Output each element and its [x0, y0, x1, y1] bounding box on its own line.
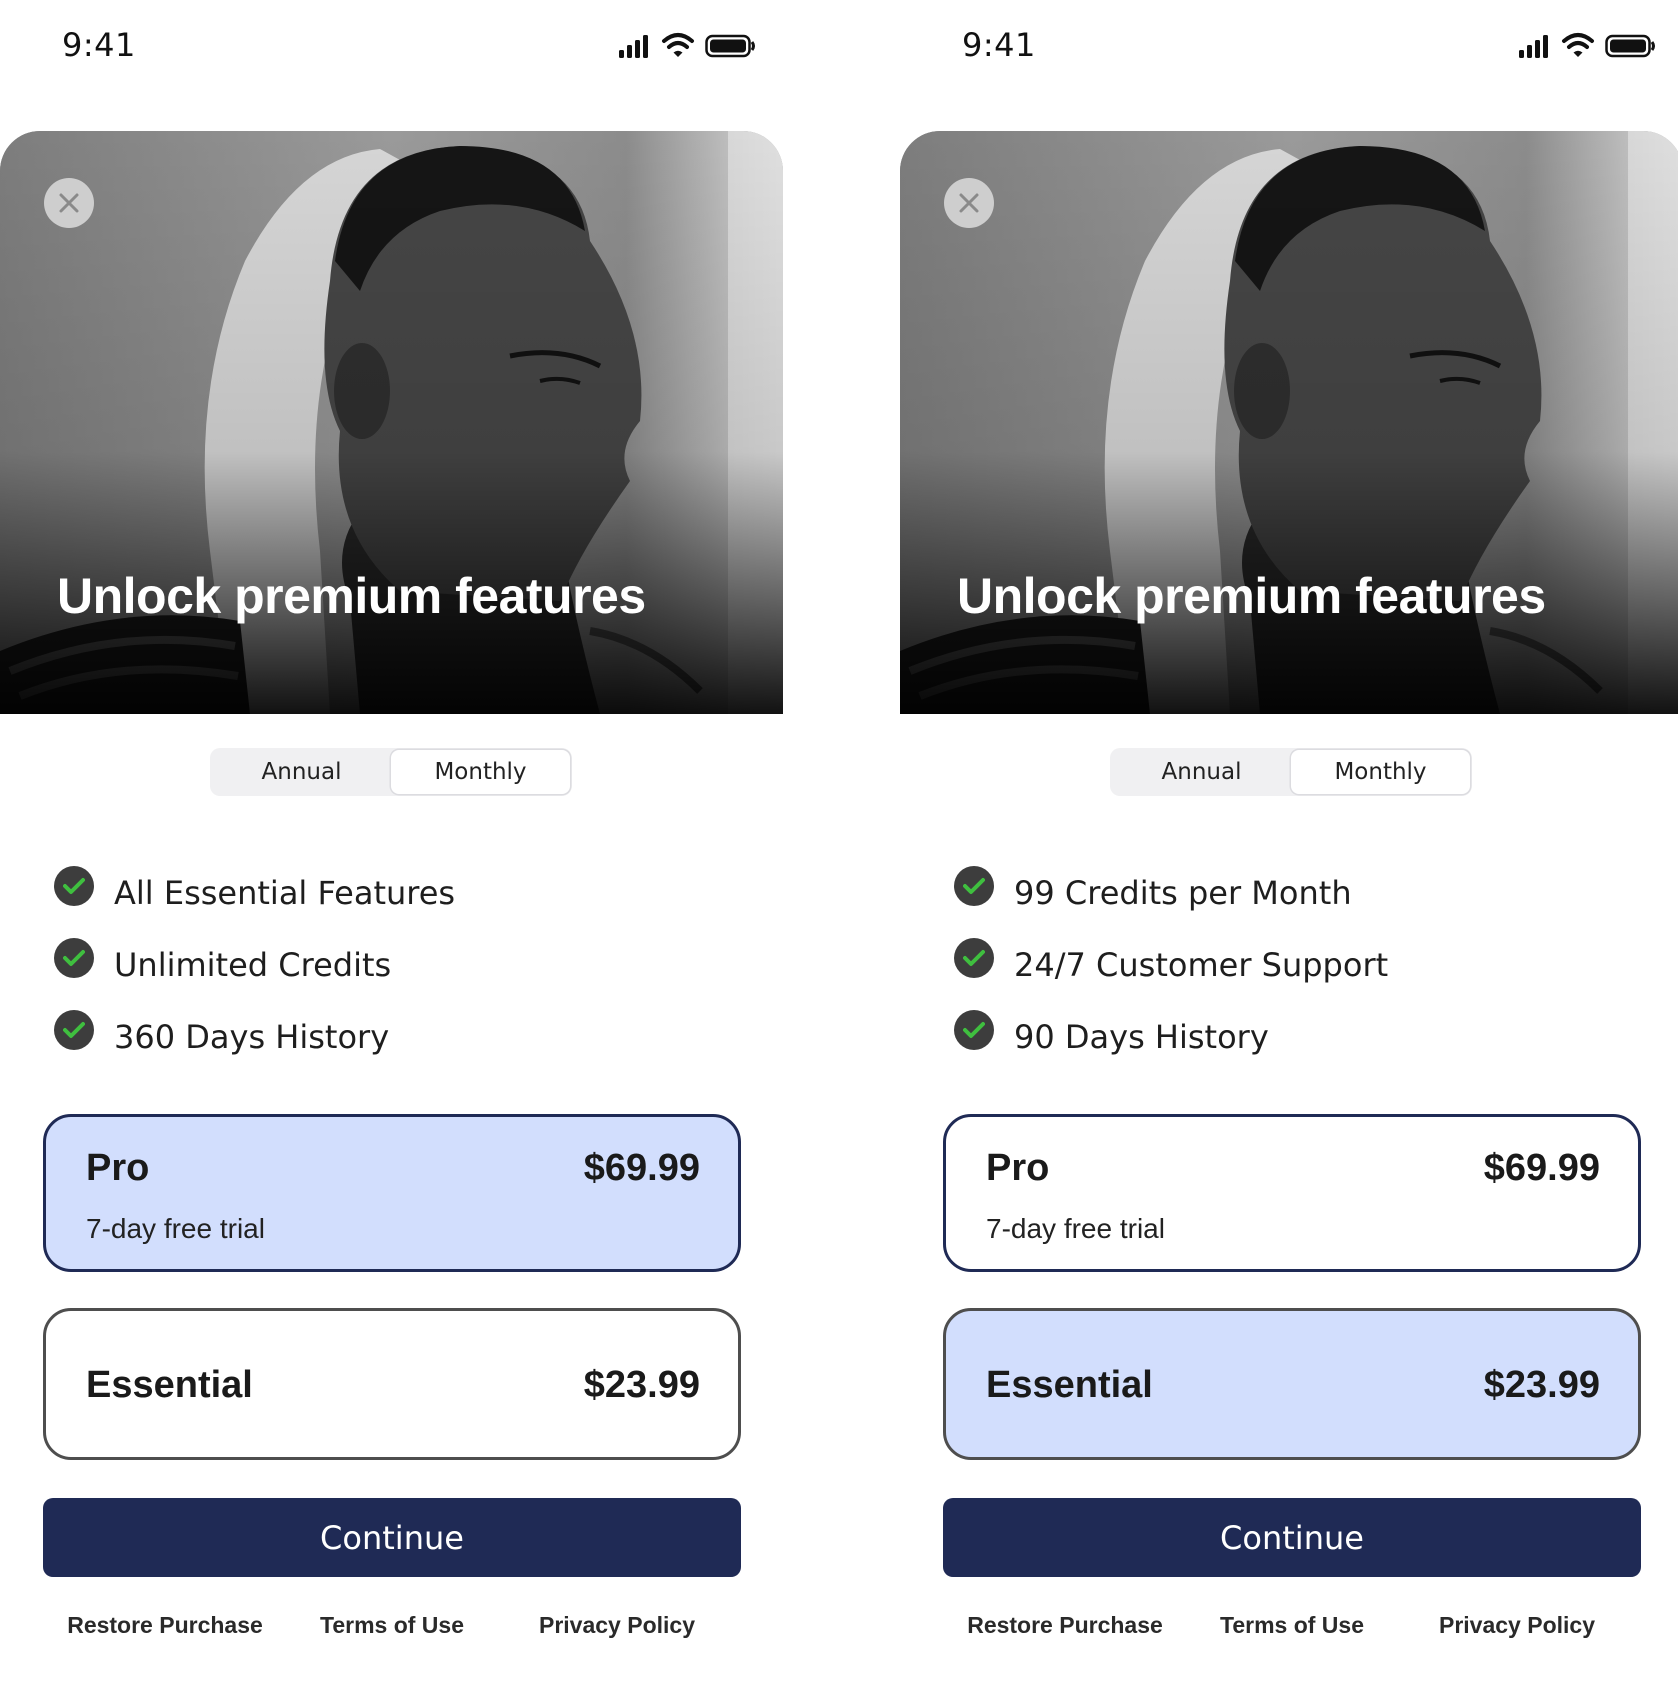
- feature-label: Unlimited Credits: [114, 946, 392, 984]
- feature-item: Unlimited Credits: [54, 938, 754, 1010]
- battery-icon: [705, 34, 755, 58]
- plan-card-essential[interactable]: Essential $23.99: [943, 1308, 1641, 1460]
- battery-icon: [1605, 34, 1655, 58]
- hero-title: Unlock premium features: [57, 568, 646, 624]
- hero-banner: Unlock premium features: [0, 131, 783, 714]
- toggle-option-monthly[interactable]: Monthly: [1291, 750, 1470, 794]
- plan-card-essential[interactable]: Essential $23.99: [43, 1308, 741, 1460]
- feature-item: All Essential Features: [54, 866, 754, 938]
- continue-button[interactable]: Continue: [43, 1498, 741, 1577]
- feature-label: 24/7 Customer Support: [1014, 946, 1389, 984]
- paywall-screen-right: 9:41 Unlock premium features Annual Mont…: [900, 0, 1678, 1688]
- status-icons: [617, 30, 757, 62]
- feature-label: 99 Credits per Month: [1014, 874, 1352, 912]
- checkmark-icon: [54, 866, 94, 906]
- footer-links: Restore Purchase Terms of Use Privacy Po…: [943, 1612, 1641, 1648]
- checkmark-icon: [54, 1010, 94, 1050]
- plan-card-pro[interactable]: Pro $69.99 7-day free trial: [943, 1114, 1641, 1272]
- close-icon: [959, 193, 979, 213]
- checkmark-icon: [954, 938, 994, 978]
- plan-name: Pro: [986, 1147, 1050, 1189]
- footer-links: Restore Purchase Terms of Use Privacy Po…: [43, 1612, 741, 1648]
- status-bar: 9:41: [900, 0, 1678, 100]
- checkmark-icon: [954, 1010, 994, 1050]
- plan-price: $69.99: [583, 1147, 700, 1189]
- paywall-screen-left: 9:41 Unlock premium features Annual Mont…: [0, 0, 783, 1688]
- cellular-signal-icon: [619, 35, 648, 58]
- status-bar: 9:41: [0, 0, 783, 100]
- privacy-policy-link[interactable]: Privacy Policy: [539, 1612, 695, 1639]
- close-icon: [59, 193, 79, 213]
- status-time: 9:41: [962, 26, 1036, 64]
- billing-period-toggle: Annual Monthly: [1110, 748, 1472, 796]
- cellular-signal-icon: [1519, 35, 1548, 58]
- feature-label: 360 Days History: [114, 1018, 390, 1056]
- hero-banner: Unlock premium features: [900, 131, 1678, 714]
- checkmark-icon: [54, 938, 94, 978]
- restore-purchase-link[interactable]: Restore Purchase: [67, 1612, 263, 1639]
- checkmark-icon: [954, 866, 994, 906]
- plan-name: Essential: [86, 1364, 253, 1406]
- wifi-icon: [1562, 33, 1594, 57]
- continue-button[interactable]: Continue: [943, 1498, 1641, 1577]
- billing-period-toggle: Annual Monthly: [210, 748, 572, 796]
- plan-name: Pro: [86, 1147, 150, 1189]
- feature-item: 360 Days History: [54, 1010, 754, 1082]
- feature-list: 99 Credits per Month 24/7 Customer Suppo…: [954, 866, 1654, 1082]
- hero-portrait-image: [900, 131, 1678, 714]
- plan-price: $23.99: [1483, 1364, 1600, 1406]
- restore-purchase-link[interactable]: Restore Purchase: [967, 1612, 1163, 1639]
- feature-item: 99 Credits per Month: [954, 866, 1654, 938]
- plan-trial-note: 7-day free trial: [986, 1213, 1165, 1244]
- plan-price: $23.99: [583, 1364, 700, 1406]
- plan-name: Essential: [986, 1364, 1153, 1406]
- hero-title: Unlock premium features: [957, 568, 1546, 624]
- feature-item: 24/7 Customer Support: [954, 938, 1654, 1010]
- feature-item: 90 Days History: [954, 1010, 1654, 1082]
- wifi-icon: [662, 33, 694, 57]
- toggle-option-monthly[interactable]: Monthly: [391, 750, 570, 794]
- feature-label: All Essential Features: [114, 874, 456, 912]
- hero-portrait-image: [0, 131, 783, 714]
- close-button[interactable]: [944, 178, 994, 228]
- plan-price: $69.99: [1483, 1147, 1600, 1189]
- close-button[interactable]: [44, 178, 94, 228]
- status-time: 9:41: [62, 26, 136, 64]
- plan-trial-note: 7-day free trial: [86, 1213, 265, 1244]
- feature-list: All Essential Features Unlimited Credits…: [54, 866, 754, 1082]
- status-icons: [1517, 30, 1657, 62]
- privacy-policy-link[interactable]: Privacy Policy: [1439, 1612, 1595, 1639]
- terms-of-use-link[interactable]: Terms of Use: [320, 1612, 464, 1639]
- terms-of-use-link[interactable]: Terms of Use: [1220, 1612, 1364, 1639]
- feature-label: 90 Days History: [1014, 1018, 1269, 1056]
- plan-card-pro[interactable]: Pro $69.99 7-day free trial: [43, 1114, 741, 1272]
- toggle-option-annual[interactable]: Annual: [212, 750, 391, 794]
- toggle-option-annual[interactable]: Annual: [1112, 750, 1291, 794]
